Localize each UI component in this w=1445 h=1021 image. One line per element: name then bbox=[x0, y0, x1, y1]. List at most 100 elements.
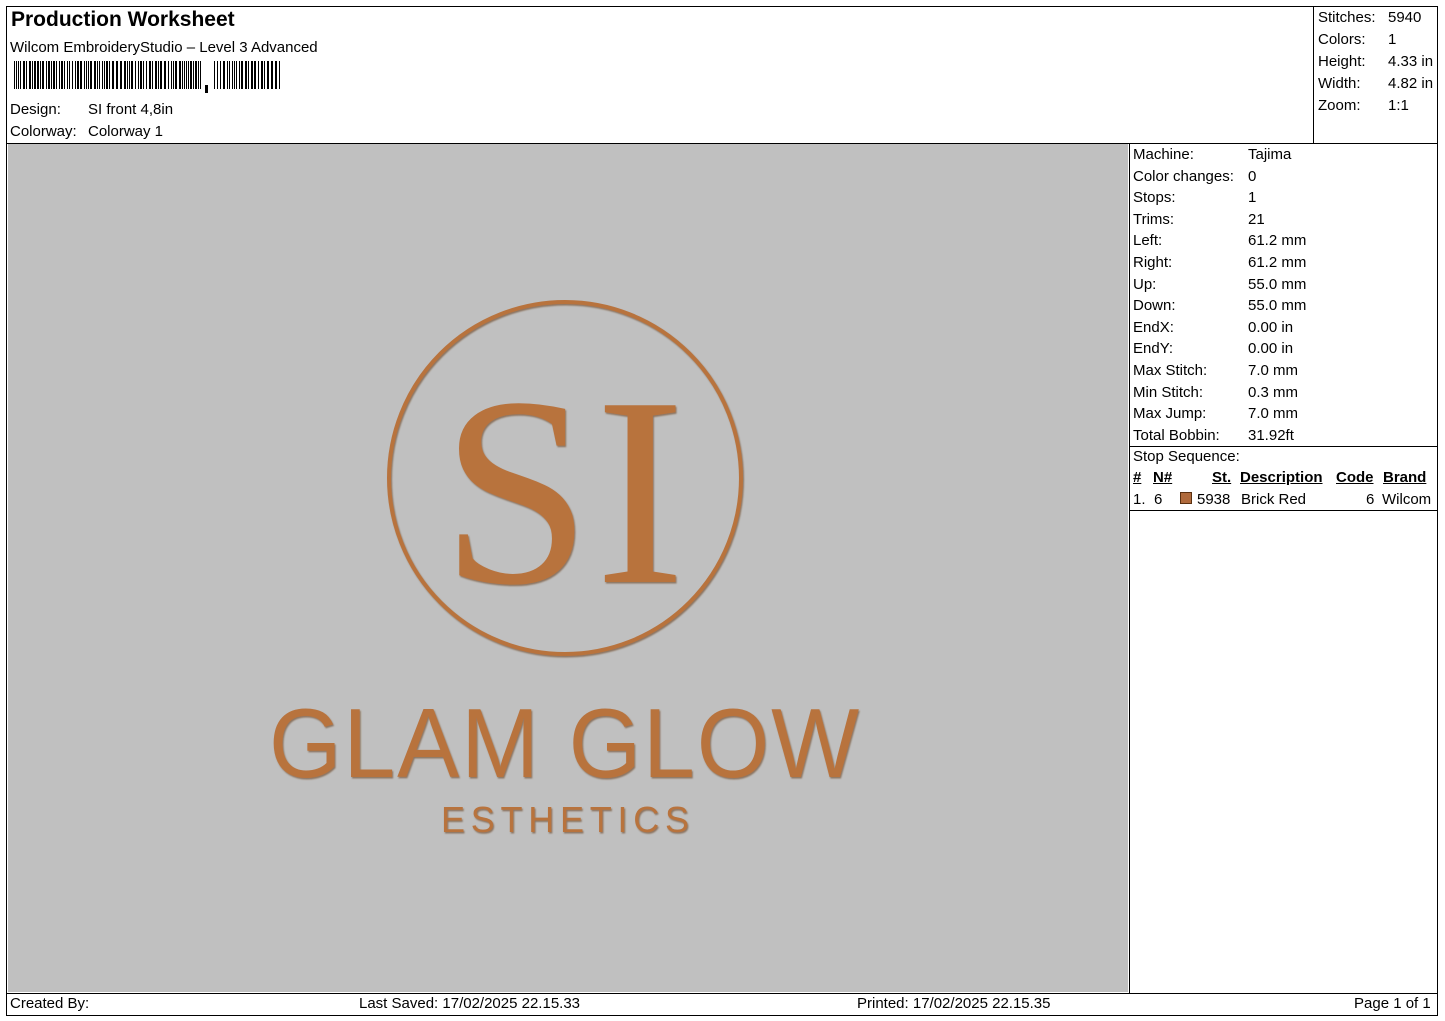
barcode-bar bbox=[195, 61, 197, 89]
barcode-bar bbox=[56, 61, 57, 89]
barcode-bar bbox=[29, 61, 31, 89]
barcode-bar bbox=[131, 61, 133, 89]
barcode-bar bbox=[34, 61, 36, 89]
barcode-bar bbox=[127, 61, 128, 89]
barcode-bar bbox=[80, 61, 82, 89]
barcode-bar bbox=[140, 61, 142, 89]
barcode-bar bbox=[158, 61, 159, 89]
info-max-stitch: Max Stitch: 7.0 mm bbox=[1133, 361, 1299, 379]
barcode-bar bbox=[61, 61, 63, 89]
thread-color-swatch bbox=[1180, 492, 1192, 504]
barcode-bar bbox=[241, 61, 243, 89]
barcode-bar bbox=[16, 61, 17, 89]
barcode-bar bbox=[164, 61, 166, 89]
barcode-bar bbox=[184, 61, 185, 89]
info-left: Left: 61.2 mm bbox=[1133, 232, 1307, 250]
barcode-comma bbox=[205, 85, 208, 93]
barcode-bar bbox=[32, 61, 33, 89]
barcode-bar bbox=[77, 61, 79, 89]
barcode-bar bbox=[232, 61, 233, 89]
barcode-bar bbox=[67, 61, 68, 89]
barcode-bar bbox=[200, 61, 201, 89]
barcode-bar bbox=[46, 61, 47, 89]
barcode-bar bbox=[90, 61, 92, 89]
info-down: Down: 55.0 mm bbox=[1133, 297, 1307, 315]
barcode-image bbox=[14, 61, 280, 93]
barcode-bar bbox=[229, 61, 230, 89]
barcode-bar bbox=[186, 61, 187, 89]
barcode-bar bbox=[88, 61, 89, 89]
barcode-bar bbox=[69, 61, 70, 89]
barcode-bar bbox=[23, 61, 25, 89]
footer-printed: Printed: 17/02/2025 22.15.35 bbox=[857, 995, 1051, 1012]
info-trims: Trims: 21 bbox=[1133, 210, 1265, 228]
footer-created-by: Created By: bbox=[10, 995, 90, 1012]
barcode-bar bbox=[223, 61, 225, 89]
barcode-bar bbox=[261, 61, 263, 89]
barcode-bar bbox=[267, 61, 269, 89]
barcode-bar bbox=[217, 61, 218, 89]
barcode-bar bbox=[106, 61, 108, 89]
barcode-bar bbox=[124, 61, 126, 89]
barcode-bar bbox=[129, 61, 130, 89]
barcode-bar bbox=[84, 61, 85, 89]
barcode-bar bbox=[227, 61, 228, 89]
barcode-bar bbox=[86, 61, 87, 89]
info-endy: EndY: 0.00 in bbox=[1133, 340, 1294, 358]
machine-info: Machine: Tajima Color changes: 0 Stops: 1 T… bbox=[1133, 144, 1306, 446]
barcode-bar bbox=[279, 61, 280, 89]
barcode-bar bbox=[97, 61, 98, 89]
barcode-bar bbox=[135, 61, 136, 89]
barcode-bar bbox=[75, 61, 76, 89]
barcode-bar bbox=[239, 61, 240, 89]
colorway-value: Colorway 1 bbox=[88, 123, 164, 140]
info-total-bobbin: Total Bobbin: 31.92ft bbox=[1133, 426, 1294, 444]
barcode-bar bbox=[104, 61, 105, 89]
stop-row-description: Brick Red bbox=[1241, 491, 1307, 508]
stop-divider bbox=[1129, 510, 1438, 511]
barcode-bar bbox=[20, 61, 21, 89]
design-label: Design: bbox=[10, 101, 61, 118]
info-min-stitch: Min Stitch: 0.3 mm bbox=[1133, 383, 1299, 401]
info-color-changes: Color changes: 0 bbox=[1133, 167, 1257, 185]
barcode-bar bbox=[72, 61, 73, 89]
barcode-bar bbox=[234, 61, 235, 89]
barcode-bar bbox=[179, 61, 181, 89]
barcode-bar bbox=[59, 61, 60, 89]
info-right: Right: 61.2 mm bbox=[1133, 253, 1307, 271]
stat-height: Height: 4.33 in bbox=[1318, 53, 1434, 70]
barcode-bar bbox=[193, 61, 194, 89]
info-machine: Machine: Tajima bbox=[1133, 146, 1292, 163]
barcode-bar bbox=[64, 61, 65, 89]
barcode-bar bbox=[264, 61, 265, 89]
barcode-bar bbox=[214, 61, 215, 89]
col-header-num: # bbox=[1133, 469, 1142, 486]
stats-divider bbox=[1313, 6, 1314, 144]
software-name: Wilcom EmbroideryStudio – Level 3 Advanc… bbox=[10, 39, 318, 56]
stat-colors: Colors: 1 bbox=[1318, 31, 1397, 48]
barcode-bar bbox=[26, 61, 27, 89]
barcode-bar bbox=[102, 61, 103, 89]
barcode-bar bbox=[173, 61, 174, 89]
barcode-bar bbox=[116, 61, 118, 89]
barcode-bar bbox=[112, 61, 114, 89]
barcode-bar bbox=[198, 61, 199, 89]
barcode-bar bbox=[171, 61, 172, 89]
barcode-bar bbox=[94, 61, 96, 89]
col-header-brand: Brand bbox=[1383, 469, 1427, 486]
footer-last-saved: Last Saved: 17/02/2025 22.15.33 bbox=[359, 995, 581, 1012]
design-preview[interactable]: SI GLAM GLOW ESTHETICS bbox=[8, 144, 1128, 992]
design-row: Design: SI front 4,8in bbox=[10, 101, 173, 118]
stat-stitches: Stitches: 5940 bbox=[1318, 9, 1422, 26]
design-stats: Stitches: 5940 Colors: 1 Height: 4.33 in Wi… bbox=[1318, 7, 1433, 117]
barcode-bar bbox=[99, 61, 100, 89]
monogram-text: SI bbox=[441, 342, 689, 641]
colorway-row: Colorway: Colorway 1 bbox=[10, 123, 163, 140]
footer-divider bbox=[6, 993, 1438, 994]
col-header-description: Description bbox=[1240, 469, 1323, 486]
barcode-bar bbox=[248, 61, 249, 89]
info-max-jump: Max Jump: 7.0 mm bbox=[1133, 405, 1299, 423]
col-header-needle: N# bbox=[1153, 469, 1173, 486]
barcode-bar bbox=[275, 61, 277, 89]
barcode-bar bbox=[220, 61, 221, 89]
